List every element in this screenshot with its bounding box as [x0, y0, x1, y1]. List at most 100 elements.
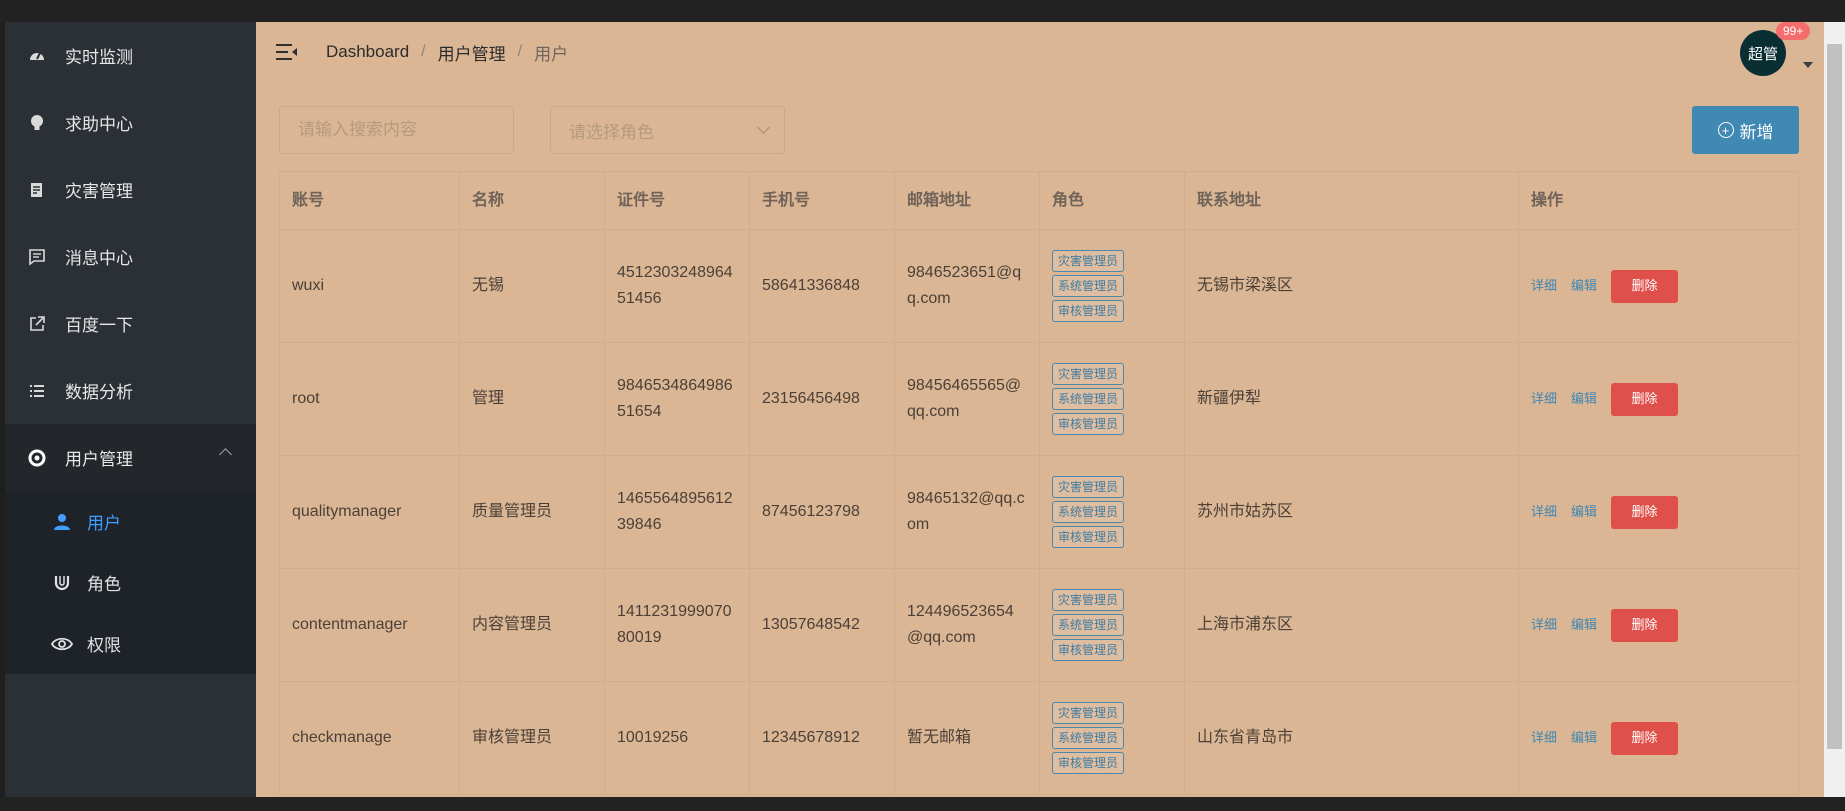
top-header: Dashboard / 用户管理 / 用户 超管 99+	[256, 22, 1824, 82]
search-input[interactable]	[279, 106, 514, 154]
edit-link[interactable]: 编辑	[1571, 276, 1597, 297]
email-cell: 9846523651@qq.com	[894, 230, 1039, 342]
sidebar: 实时监测 求助中心 灾害管理 消息中心 百度一下 数据分析 用户管理 用户 角色…	[5, 22, 256, 797]
delete-button[interactable]: 删除	[1611, 382, 1679, 416]
sidebar-item-label: 数据分析	[65, 383, 133, 402]
delete-button[interactable]: 删除	[1611, 721, 1679, 755]
edit-link[interactable]: 编辑	[1571, 728, 1597, 749]
document-icon	[27, 180, 47, 200]
column-header: 操作	[1518, 172, 1799, 229]
sidebar-item-permissions[interactable]: 权限	[5, 613, 256, 674]
role-tag: 审核管理员	[1052, 752, 1125, 774]
eye-icon	[51, 633, 73, 655]
sidebar-item-label: 灾害管理	[65, 182, 133, 201]
caret-down-icon[interactable]	[1803, 62, 1813, 68]
plus-circle-icon: +	[1717, 122, 1734, 138]
detail-link[interactable]: 详细	[1531, 728, 1557, 749]
sidebar-item-label: 消息中心	[65, 249, 133, 268]
table-row: root 管理 984653486498651654 23156456498 9…	[279, 343, 1799, 456]
breadcrumb-user-management[interactable]: 用户管理	[438, 40, 506, 65]
menu-toggle-icon[interactable]	[276, 42, 298, 62]
table-row: checkmanage 审核管理员 10019256 12345678912 暂…	[279, 682, 1799, 795]
role-tag: 灾害管理员	[1052, 476, 1125, 498]
user-table: 账号 名称 证件号 手机号 邮箱地址 角色 联系地址 操作 wuxi 无锡 45…	[279, 171, 1799, 795]
role-select[interactable]: 请选择角色	[550, 106, 785, 154]
roles-cell: 灾害管理员 系统管理员 审核管理员	[1039, 569, 1184, 681]
column-header: 角色	[1039, 172, 1184, 229]
role-tag: 审核管理员	[1052, 526, 1125, 548]
detail-link[interactable]: 详细	[1531, 276, 1557, 297]
column-header: 手机号	[749, 172, 894, 229]
role-tag: 系统管理员	[1052, 501, 1125, 523]
detail-link[interactable]: 详细	[1531, 615, 1557, 636]
bulb-icon	[27, 113, 47, 133]
phone-cell: 58641336848	[749, 230, 894, 342]
sidebar-item-roles[interactable]: 角色	[5, 552, 256, 613]
email-cell: 98456465565@qq.com	[894, 343, 1039, 455]
breadcrumb-dashboard[interactable]: Dashboard	[326, 42, 409, 62]
phone-cell: 23156456498	[749, 343, 894, 455]
roles-cell: 灾害管理员 系统管理员 审核管理员	[1039, 230, 1184, 342]
edit-link[interactable]: 编辑	[1571, 502, 1597, 523]
dashboard-icon	[27, 46, 47, 66]
email-cell: 124496523654@qq.com	[894, 569, 1039, 681]
scrollbar-thumb[interactable]	[1827, 44, 1842, 749]
detail-link[interactable]: 详细	[1531, 502, 1557, 523]
edit-link[interactable]: 编辑	[1571, 389, 1597, 410]
delete-button[interactable]: 删除	[1611, 269, 1679, 303]
address-cell: 新疆伊犁	[1184, 343, 1518, 455]
sidebar-item-label: 用户管理	[65, 450, 133, 469]
address-cell: 上海市浦东区	[1184, 569, 1518, 681]
actions-cell: 详细 编辑 删除	[1518, 456, 1799, 568]
column-header: 账号	[279, 172, 459, 229]
roles-cell: 灾害管理员 系统管理员 审核管理员	[1039, 456, 1184, 568]
magnet-icon	[51, 572, 73, 594]
edit-link[interactable]: 编辑	[1571, 615, 1597, 636]
user-management-submenu: 用户 角色 权限	[5, 491, 256, 674]
table-header-row: 账号 名称 证件号 手机号 邮箱地址 角色 联系地址 操作	[279, 172, 1799, 230]
role-tag: 审核管理员	[1052, 413, 1125, 435]
role-tag: 审核管理员	[1052, 639, 1125, 661]
notification-badge: 99+	[1776, 22, 1811, 40]
chevron-down-icon	[757, 121, 770, 134]
phone-cell: 87456123798	[749, 456, 894, 568]
table-row: wuxi 无锡 451230324896451456 58641336848 9…	[279, 230, 1799, 343]
lifebuoy-icon	[27, 448, 47, 468]
account-cell: wuxi	[279, 230, 459, 342]
window-top-bar	[0, 0, 1845, 22]
sidebar-item-analytics[interactable]: 数据分析	[5, 357, 256, 424]
role-tag: 灾害管理员	[1052, 702, 1125, 724]
name-cell: 管理	[459, 343, 604, 455]
list-icon	[27, 381, 47, 401]
role-tag: 系统管理员	[1052, 727, 1125, 749]
breadcrumb: Dashboard / 用户管理 / 用户	[326, 40, 568, 65]
role-tag: 灾害管理员	[1052, 250, 1125, 272]
delete-button[interactable]: 删除	[1611, 495, 1679, 529]
sidebar-item-label: 权限	[87, 636, 121, 655]
detail-link[interactable]: 详细	[1531, 389, 1557, 410]
email-cell: 暂无邮箱	[894, 682, 1039, 794]
sidebar-item-baidu[interactable]: 百度一下	[5, 290, 256, 357]
address-cell: 无锡市梁溪区	[1184, 230, 1518, 342]
sidebar-item-disaster[interactable]: 灾害管理	[5, 156, 256, 223]
account-cell: contentmanager	[279, 569, 459, 681]
id-number-cell: 984653486498651654	[604, 343, 749, 455]
sidebar-item-user-management[interactable]: 用户管理	[5, 424, 256, 491]
role-tag: 灾害管理员	[1052, 363, 1125, 385]
roles-cell: 灾害管理员 系统管理员 审核管理员	[1039, 682, 1184, 794]
id-number-cell: 10019256	[604, 682, 749, 794]
sidebar-item-users[interactable]: 用户	[5, 491, 256, 552]
role-select-placeholder: 请选择角色	[569, 122, 654, 142]
sidebar-item-monitor[interactable]: 实时监测	[5, 22, 256, 89]
sidebar-item-help-center[interactable]: 求助中心	[5, 89, 256, 156]
sidebar-item-label: 实时监测	[65, 48, 133, 67]
role-tag: 灾害管理员	[1052, 589, 1125, 611]
column-header: 证件号	[604, 172, 749, 229]
address-cell: 苏州市姑苏区	[1184, 456, 1518, 568]
delete-button[interactable]: 删除	[1611, 608, 1679, 642]
id-number-cell: 451230324896451456	[604, 230, 749, 342]
role-tag: 系统管理员	[1052, 614, 1125, 636]
add-user-button[interactable]: + 新增	[1692, 106, 1799, 154]
account-cell: root	[279, 343, 459, 455]
sidebar-item-messages[interactable]: 消息中心	[5, 223, 256, 290]
